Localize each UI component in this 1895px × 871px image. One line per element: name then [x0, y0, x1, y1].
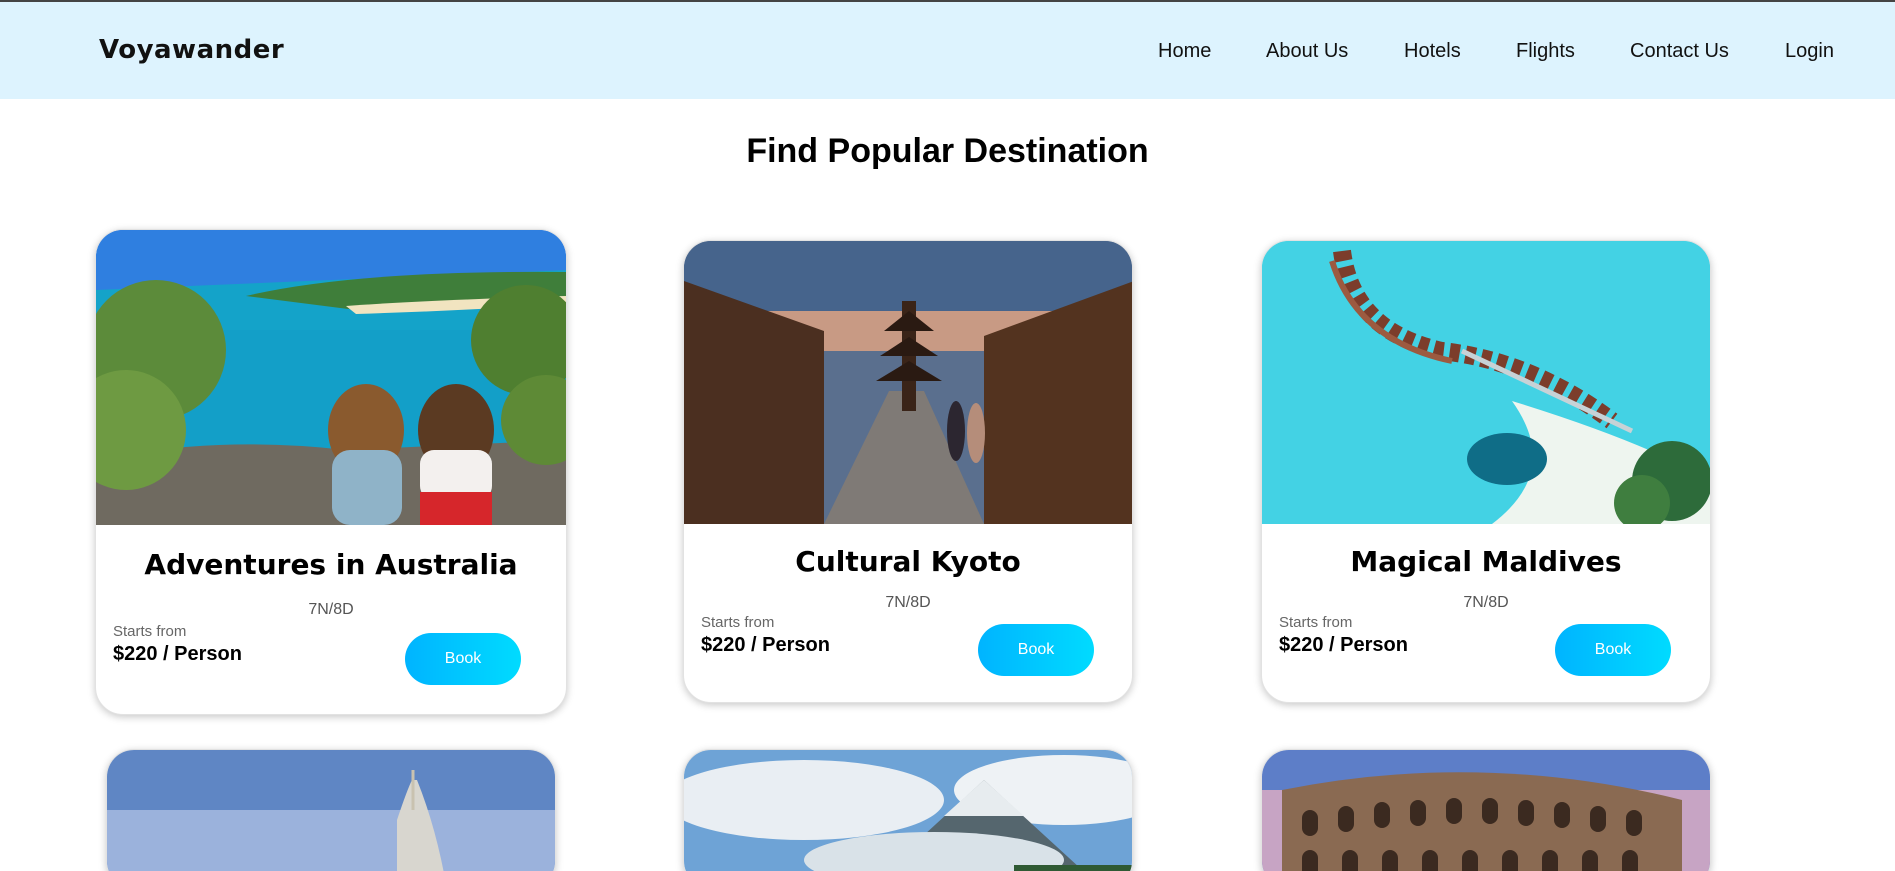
navbar: Voyawander Home About Us Hotels Flights … [0, 2, 1895, 99]
book-button[interactable]: Book [1555, 624, 1671, 676]
mountain-photo [684, 750, 1132, 871]
nav-link-login[interactable]: Login [1785, 40, 1834, 63]
card-title: Adventures in Australia [144, 548, 518, 581]
card-title: Magical Maldives [1350, 545, 1622, 578]
destination-card-dubai [106, 749, 556, 871]
kyoto-photo [684, 241, 1132, 524]
card-price: $220 / Person [113, 643, 242, 665]
dubai-photo [107, 750, 555, 871]
nav-link-hotels[interactable]: Hotels [1404, 40, 1461, 63]
brand-logo[interactable]: Voyawander [99, 35, 284, 65]
card-title: Cultural Kyoto [795, 545, 1021, 578]
nav-link-contact-us[interactable]: Contact Us [1630, 40, 1729, 63]
card-duration: 7N/8D [308, 601, 354, 618]
destination-card-rome [1261, 749, 1711, 871]
card-duration: 7N/8D [1463, 594, 1509, 611]
maldives-photo [1262, 241, 1710, 531]
starts-from-label: Starts from [701, 614, 775, 631]
starts-from-label: Starts from [1279, 614, 1353, 631]
australia-photo [96, 230, 566, 525]
book-button[interactable]: Book [978, 624, 1094, 676]
destination-card-mountains [683, 749, 1133, 871]
starts-from-label: Starts from [113, 623, 187, 640]
page-title: Find Popular Destination [746, 132, 1149, 170]
card-duration: 7N/8D [885, 594, 931, 611]
nav-link-about-us[interactable]: About Us [1266, 40, 1348, 63]
nav-link-home[interactable]: Home [1158, 40, 1211, 63]
destination-card-kyoto: Cultural Kyoto 7N/8D Starts from $220 / … [683, 240, 1133, 703]
nav-link-flights[interactable]: Flights [1516, 40, 1575, 63]
book-button[interactable]: Book [405, 633, 521, 685]
card-price: $220 / Person [1279, 634, 1408, 656]
destination-card-maldives: Magical Maldives 7N/8D Starts from $220 … [1261, 240, 1711, 703]
card-price: $220 / Person [701, 634, 830, 656]
colosseum-photo [1262, 750, 1710, 871]
destination-card-australia: Adventures in Australia 7N/8D Starts fro… [95, 229, 567, 715]
